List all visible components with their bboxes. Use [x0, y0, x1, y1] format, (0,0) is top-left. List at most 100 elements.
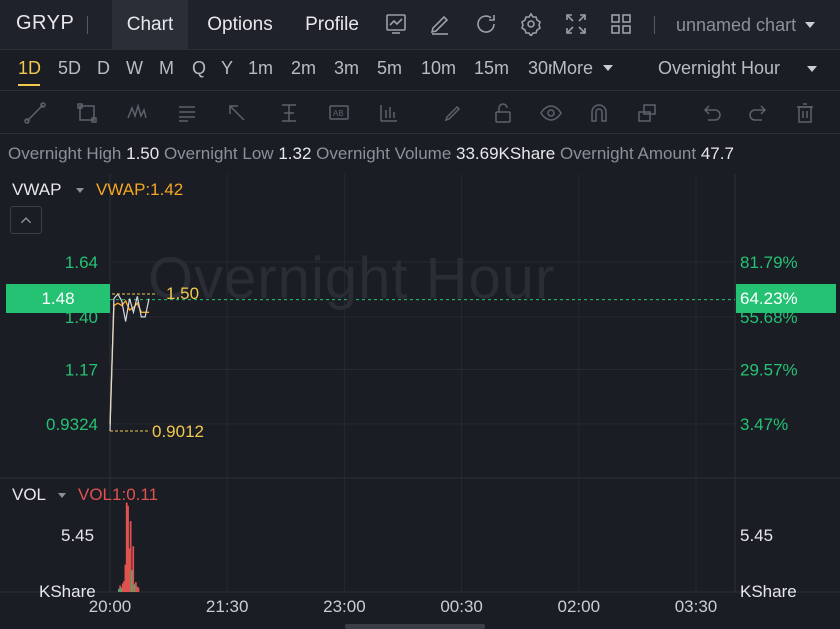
period-w[interactable]: W — [126, 58, 143, 79]
tab-options[interactable]: Options — [196, 0, 284, 50]
price-line — [109, 292, 150, 432]
price-tick-left: 1.64 — [65, 253, 98, 272]
chevron-down-icon[interactable] — [805, 22, 815, 28]
period-1d[interactable]: 1D — [18, 58, 41, 79]
active-period-indicator — [18, 84, 40, 86]
period-30m[interactable]: 30m — [528, 58, 552, 79]
settings-icon[interactable] — [519, 12, 543, 38]
draw-icon[interactable] — [428, 12, 452, 36]
pencil-icon[interactable] — [442, 102, 464, 124]
more-periods[interactable]: More — [552, 58, 593, 79]
volume-value: 33.69KShare — [456, 144, 556, 163]
high-marker-label: 1.50 — [166, 284, 200, 303]
price-axis-left: 1.641.401.170.9324 — [46, 253, 98, 434]
time-tick: 00:30 — [440, 597, 483, 616]
redo-icon[interactable] — [748, 102, 770, 124]
extreme-markers — [110, 293, 160, 432]
undo-icon[interactable] — [700, 102, 722, 124]
vol-tick-left-1: KShare — [39, 582, 96, 601]
current-price-tag: 1.48 — [6, 284, 110, 313]
svg-text:AB: AB — [333, 109, 344, 118]
chevron-down-icon[interactable] — [76, 188, 84, 193]
layout-icon[interactable] — [609, 12, 633, 36]
vwap-line — [109, 299, 150, 425]
arrow-icon[interactable] — [226, 102, 248, 124]
rectangle-icon[interactable] — [76, 102, 98, 124]
main-indicator-name[interactable]: VWAP — [12, 180, 61, 200]
session-stats: Overnight High 1.50 Overnight Low 1.32 O… — [8, 144, 734, 164]
period-2m[interactable]: 2m — [291, 58, 316, 79]
period-15m[interactable]: 15m — [474, 58, 509, 79]
layers-icon[interactable] — [636, 102, 658, 124]
period-q[interactable]: Q — [192, 58, 206, 79]
vol-tick-right-0: 5.45 — [740, 526, 774, 545]
period-d[interactable]: D — [97, 58, 110, 79]
lock-icon[interactable] — [492, 102, 514, 124]
price-series — [109, 292, 150, 432]
low-label: Overnight Low — [163, 144, 274, 163]
tab-chart[interactable]: Chart — [112, 0, 188, 50]
fullscreen-icon[interactable] — [564, 12, 588, 36]
drawing-toolbar: AB — [0, 90, 840, 134]
time-tick: 21:30 — [206, 597, 249, 616]
volume-label: Overnight Volume — [316, 144, 452, 163]
amount-value: 47.7 — [700, 144, 734, 163]
volume-bar — [137, 587, 140, 592]
time-axis: 20:00 21:30 23:00 00:30 02:00 03:30 — [89, 597, 718, 616]
vol-value: VOL1:0.11 — [78, 485, 159, 504]
vol-tick-right-1: KShare — [740, 582, 797, 601]
high-label: Overnight High — [8, 144, 122, 163]
pct-tick-right: 3.47% — [740, 415, 788, 434]
tab-profile[interactable]: Profile — [294, 0, 370, 50]
refresh-icon[interactable] — [474, 12, 498, 36]
indicator-icon[interactable] — [384, 12, 408, 36]
chart-name-select[interactable]: unnamed chart — [676, 15, 796, 36]
vwap-series — [109, 299, 150, 425]
top-header: GRYP Chart Options Profile unnamed chart — [0, 0, 840, 50]
time-tick: 23:00 — [323, 597, 366, 616]
fib-icon[interactable] — [176, 102, 198, 124]
volume-bars — [118, 502, 140, 592]
vol-tick-left-0: 5.45 — [61, 526, 95, 545]
chevron-down-icon[interactable] — [807, 66, 817, 72]
time-tick: 02:00 — [558, 597, 601, 616]
trash-icon[interactable] — [794, 102, 816, 124]
session-watermark: Overnight Hour — [148, 246, 556, 311]
price-tick-left: 0.9324 — [46, 415, 98, 434]
period-1m[interactable]: 1m — [248, 58, 273, 79]
period-3m[interactable]: 3m — [334, 58, 359, 79]
low-value: 1.32 — [278, 144, 312, 163]
period-m[interactable]: M — [159, 58, 174, 79]
current-pct-tag: 64.23% — [736, 284, 836, 313]
trend-line-icon[interactable] — [24, 102, 46, 124]
magnet-icon[interactable] — [588, 102, 610, 124]
pct-tick-right: 29.57% — [740, 361, 798, 380]
time-tick: 03:30 — [675, 597, 718, 616]
chevron-down-icon[interactable] — [58, 493, 66, 498]
chevron-up-icon — [20, 217, 32, 224]
low-marker-label: 0.9012 — [152, 422, 204, 441]
pct-tick-right: 81.79% — [740, 253, 798, 272]
amount-label: Overnight Amount — [560, 144, 697, 163]
vwap-value: VWAP:1.42 — [96, 180, 184, 199]
time-scrollbar[interactable] — [345, 624, 485, 629]
period-y[interactable]: Y — [221, 58, 233, 79]
eye-icon[interactable] — [540, 102, 562, 124]
wave-icon[interactable] — [126, 102, 148, 124]
text-tool-icon[interactable] — [278, 102, 300, 124]
high-value: 1.50 — [126, 144, 160, 163]
ticker-symbol[interactable]: GRYP — [16, 12, 74, 35]
header-divider-2 — [654, 16, 655, 34]
period-10m[interactable]: 10m — [421, 58, 456, 79]
collapse-button[interactable] — [10, 206, 42, 234]
chevron-down-icon[interactable] — [603, 65, 613, 71]
session-select[interactable]: Overnight Hour — [658, 58, 780, 79]
period-5m[interactable]: 5m — [377, 58, 402, 79]
measure-icon[interactable] — [378, 102, 400, 124]
header-divider — [87, 16, 88, 34]
note-icon[interactable]: AB — [328, 102, 350, 124]
period-5d[interactable]: 5D — [58, 58, 81, 79]
price-chart[interactable]: 1.641.401.170.9324 81.79%55.68%29.57%3.4… — [0, 174, 840, 629]
vol-indicator-name[interactable]: VOL — [12, 485, 46, 505]
price-tick-left: 1.17 — [65, 361, 98, 380]
